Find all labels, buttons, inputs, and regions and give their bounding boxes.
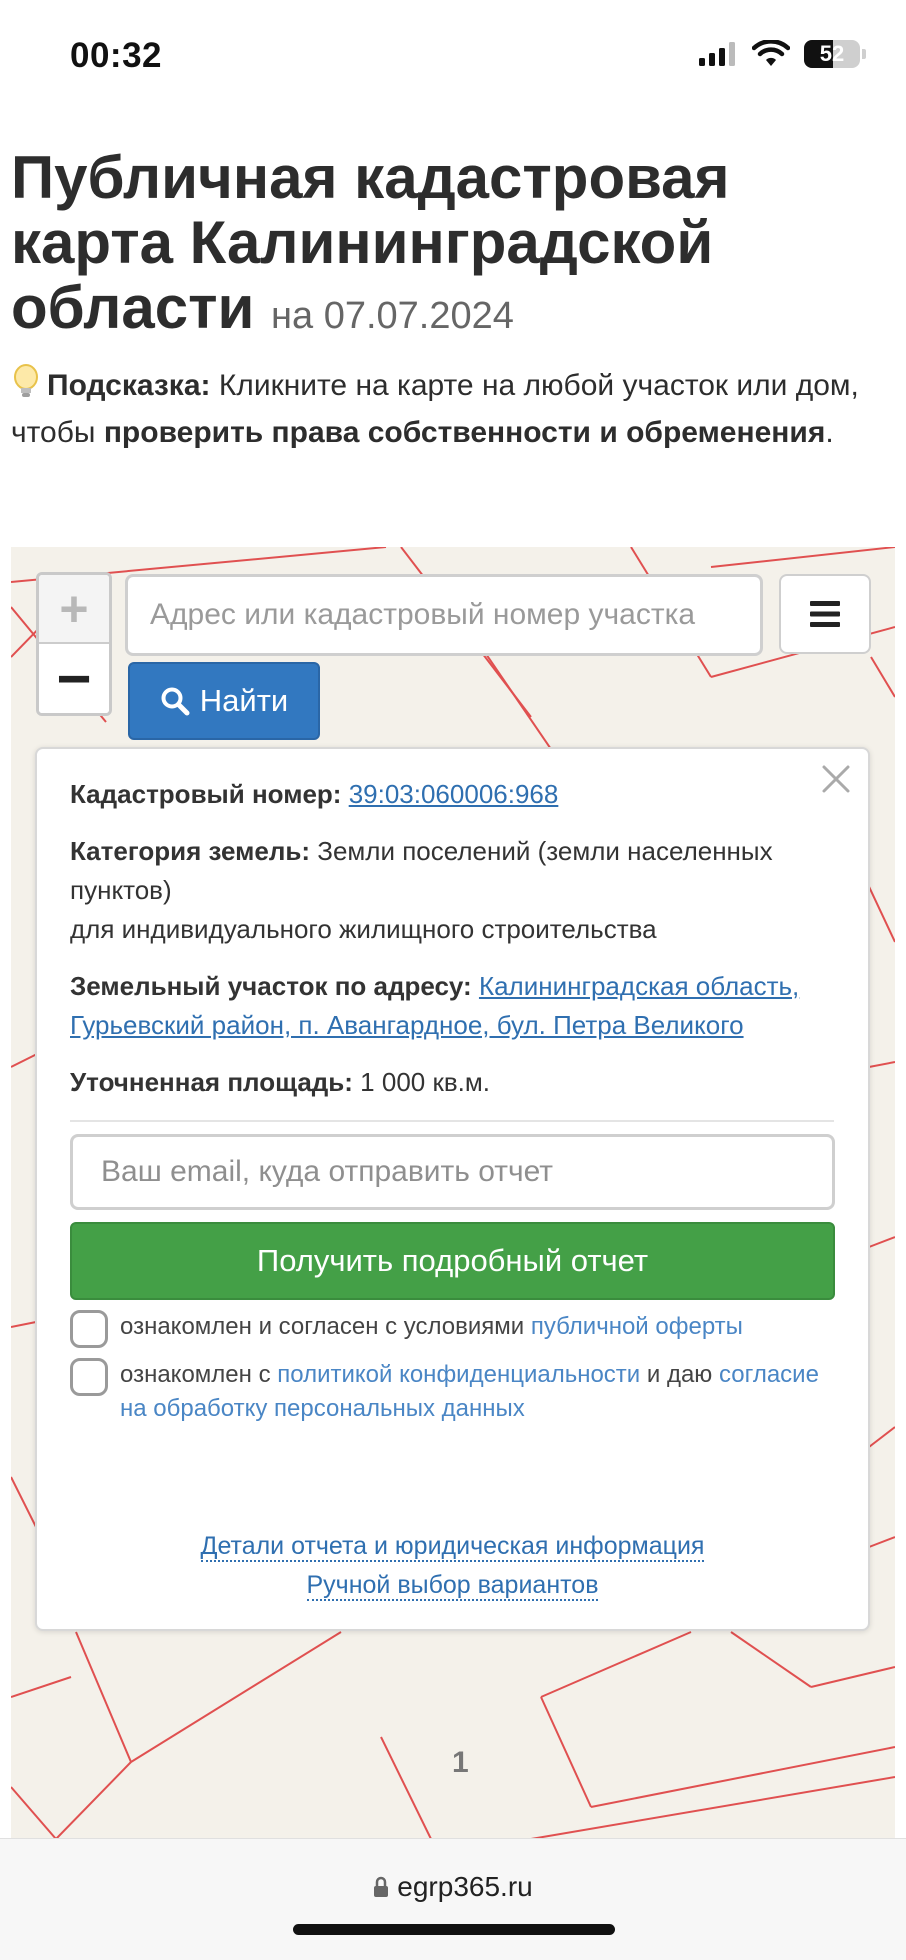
hint-text: Подсказка: Кликните на карте на любой уч… bbox=[11, 362, 901, 456]
address-row: Земельный участок по адресу: Калининград… bbox=[70, 967, 834, 1045]
cadastral-number-row: Кадастровый номер: 39:03:060006:968 bbox=[70, 775, 834, 814]
get-report-button[interactable]: Получить подробный отчет bbox=[70, 1222, 835, 1300]
cadastral-number-label: Кадастровый номер: bbox=[70, 779, 342, 809]
status-icons: 52 bbox=[698, 40, 866, 68]
address-display[interactable]: egrp365.ru bbox=[0, 1871, 906, 1903]
cadastral-number-link[interactable]: 39:03:060006:968 bbox=[349, 779, 559, 809]
land-category-label: Категория земель: bbox=[70, 836, 311, 866]
status-time: 00:32 bbox=[70, 36, 163, 75]
find-button-label: Найти bbox=[199, 683, 289, 718]
report-details-link[interactable]: Детали отчета и юридическая информация bbox=[200, 1532, 705, 1562]
address-label: Земельный участок по адресу: bbox=[70, 971, 472, 1001]
address-search-input[interactable] bbox=[125, 574, 763, 656]
hint-text-2: . bbox=[825, 416, 834, 449]
page-number: 1 bbox=[452, 1746, 469, 1779]
status-bar: 00:32 52 bbox=[0, 0, 906, 110]
page-date: на 07.07.2024 bbox=[271, 295, 514, 337]
privacy-agreement-label-2: и даю bbox=[640, 1361, 719, 1388]
hamburger-menu-icon bbox=[810, 601, 840, 627]
popup-bottom-links: Детали отчета и юридическая информация Р… bbox=[37, 1527, 868, 1605]
divider bbox=[70, 1120, 834, 1122]
area-value: 1 000 кв.м. bbox=[352, 1067, 490, 1097]
privacy-policy-link[interactable]: политикой конфиденциальности bbox=[277, 1361, 640, 1388]
battery-tip bbox=[862, 49, 866, 59]
cellular-signal-icon bbox=[699, 42, 735, 66]
offer-agreement-text: ознакомлен и согласен с условиями публич… bbox=[120, 1310, 834, 1344]
find-button[interactable]: Найти bbox=[128, 662, 320, 740]
email-input[interactable] bbox=[70, 1134, 835, 1210]
search-icon bbox=[161, 687, 190, 716]
privacy-agreement-checkbox[interactable] bbox=[70, 1358, 108, 1396]
land-category-row: Категория земель: Земли поселений (земли… bbox=[70, 832, 834, 949]
offer-agreement-label: ознакомлен и согласен с условиями bbox=[120, 1313, 531, 1340]
lightbulb-icon bbox=[14, 364, 38, 397]
battery-indicator: 52 bbox=[804, 40, 860, 68]
menu-button[interactable] bbox=[779, 574, 871, 654]
hint-label: Подсказка: bbox=[47, 369, 211, 402]
land-use-value: для индивидуального жилищного строительс… bbox=[70, 914, 657, 944]
close-icon[interactable] bbox=[820, 763, 852, 795]
zoom-control: + − bbox=[36, 572, 112, 716]
privacy-agreement-row: ознакомлен с политикой конфиденциальност… bbox=[70, 1358, 834, 1426]
public-offer-link[interactable]: публичной оферты bbox=[531, 1313, 743, 1340]
offer-agreement-checkbox[interactable] bbox=[70, 1310, 108, 1348]
area-row: Уточненная площадь: 1 000 кв.м. bbox=[70, 1063, 834, 1102]
area-label: Уточненная площадь: bbox=[70, 1067, 353, 1097]
privacy-agreement-text: ознакомлен с политикой конфиденциальност… bbox=[120, 1358, 834, 1426]
offer-agreement-row: ознакомлен и согласен с условиями публич… bbox=[70, 1310, 834, 1348]
zoom-out-button[interactable]: − bbox=[39, 644, 109, 713]
privacy-agreement-label-1: ознакомлен с bbox=[120, 1361, 278, 1388]
browser-address-bar[interactable]: egrp365.ru bbox=[0, 1838, 906, 1960]
page-title: Публичная кадастровая карта Калининградс… bbox=[11, 145, 891, 349]
zoom-in-button[interactable]: + bbox=[39, 575, 109, 644]
parcel-info-popup: Кадастровый номер: 39:03:060006:968 Кате… bbox=[35, 747, 870, 1631]
manual-selection-link[interactable]: Ручной выбор вариантов bbox=[306, 1571, 599, 1601]
battery-percent: 52 bbox=[819, 41, 845, 66]
home-indicator bbox=[293, 1924, 615, 1935]
hint-bold: проверить права собственности и обремене… bbox=[103, 416, 826, 449]
wifi-icon bbox=[752, 40, 790, 66]
cadastral-map[interactable]: + − Найти Кадастровый номер: 39:03:06000… bbox=[11, 547, 895, 1839]
url-text: egrp365.ru bbox=[397, 1871, 533, 1902]
lock-icon bbox=[374, 1876, 389, 1897]
